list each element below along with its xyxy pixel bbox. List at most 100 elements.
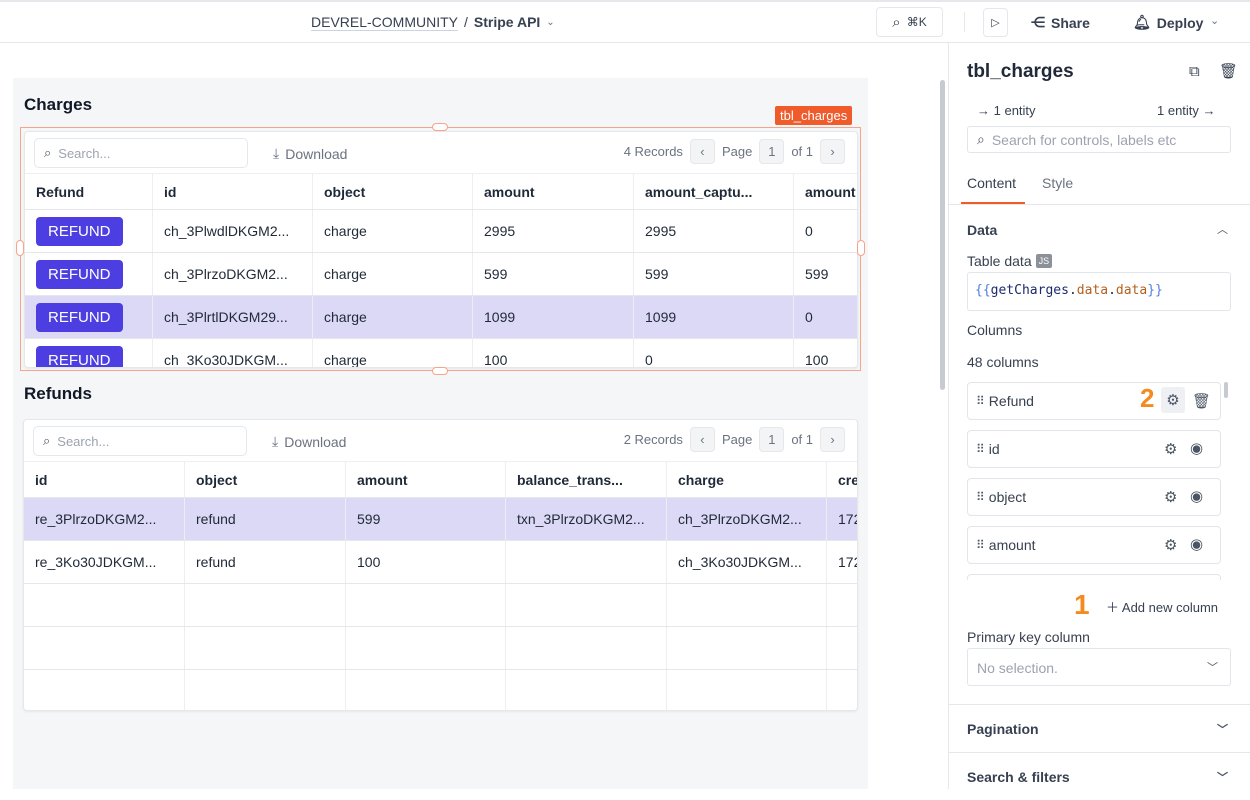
entity-out-label: 1 entity [1157, 103, 1199, 118]
app-name[interactable]: Stripe API [474, 14, 540, 30]
column-name: amount [988, 537, 1036, 553]
table-row[interactable] [24, 627, 857, 670]
outgoing-entities[interactable]: 1 entity → [1157, 103, 1216, 118]
table-cell: ch_3PlrzoDKGM2... [667, 498, 827, 540]
gear-icon[interactable]: ⚙︎ [1164, 488, 1177, 506]
code-object: getCharges [990, 283, 1069, 298]
chevron-down-icon[interactable]: ⌄ [546, 17, 554, 28]
property-search-input[interactable]: ⌕ Search for controls, labels etc [967, 126, 1231, 153]
table-row[interactable]: REFUND ch_3Ko30JDKGM... charge 100 0 100 [25, 339, 857, 367]
drag-handle-icon[interactable]: ⠿ [976, 442, 985, 456]
deploy-button[interactable]: 🔔︎ Deploy [1133, 14, 1203, 31]
share-button[interactable]: ⋲ Share [1031, 14, 1090, 31]
copy-icon[interactable]: ⧉ [1189, 63, 1200, 80]
column-header[interactable]: id [153, 174, 313, 209]
column-header[interactable]: object [313, 174, 473, 209]
refund-button[interactable]: REFUND [36, 259, 123, 289]
page-number-input[interactable]: 1 [759, 427, 785, 452]
refund-button[interactable]: REFUND [36, 302, 123, 332]
prev-page-button[interactable]: ‹ [689, 139, 715, 164]
column-header[interactable]: amount_captu... [634, 174, 794, 209]
download-button[interactable]: ⤓ Download [273, 145, 347, 162]
primary-key-placeholder: No selection. [977, 660, 1058, 676]
eye-icon[interactable]: ◉ [1190, 439, 1203, 457]
incoming-entities[interactable]: → 1 entity [977, 103, 1036, 118]
eye-icon[interactable]: ◉ [1190, 535, 1203, 553]
column-header[interactable]: object [185, 462, 346, 497]
column-item-refund[interactable]: ⠿ Refund 2 ⚙︎ 🗑︎ [967, 382, 1221, 420]
table-cell: charge [313, 210, 473, 252]
bell-icon: 🔔︎ [1133, 14, 1151, 30]
table-cell [185, 584, 346, 626]
command-search-button[interactable]: ⌕ ⌘K [876, 7, 943, 37]
deploy-chevron-icon[interactable]: ⌄ [1210, 14, 1219, 27]
widget-name-tag[interactable]: tbl_charges [775, 106, 853, 125]
column-name: id [988, 441, 1000, 457]
add-new-column-button[interactable]: ＋ Add new column [1106, 597, 1218, 616]
search-placeholder: Search... [57, 433, 110, 449]
page-number-input[interactable]: 1 [759, 139, 785, 164]
refunds-table: ⌕ Search... ⤓ Download 2 Records ‹ Page 1 of 1 › i… [23, 419, 858, 711]
column-header[interactable]: amount [346, 462, 506, 497]
eye-icon[interactable]: ◉ [1190, 487, 1203, 505]
table-row[interactable] [24, 584, 857, 627]
column-header[interactable]: amount [473, 174, 634, 209]
gear-icon[interactable]: ⚙︎ [1164, 536, 1177, 554]
prev-page-button[interactable]: ‹ [689, 427, 715, 452]
preview-button[interactable]: ▷ [983, 8, 1008, 37]
refund-button[interactable]: REFUND [36, 216, 123, 246]
chevron-up-icon[interactable]: ︿ [1217, 221, 1228, 237]
code-dot: . [1068, 283, 1077, 298]
column-header[interactable]: Refund [25, 174, 153, 209]
canvas-scrollbar[interactable] [940, 80, 945, 390]
trash-icon[interactable]: 🗑︎ [1192, 392, 1211, 410]
column-header[interactable]: charge [667, 462, 827, 497]
next-page-button[interactable]: › [820, 427, 845, 452]
primary-key-select[interactable]: No selection. ﹀ [967, 648, 1231, 686]
drag-handle-icon[interactable]: ⠿ [976, 538, 985, 552]
table-row[interactable]: REFUND ch_3PlwdlDKGM2... charge 2995 2995 0 [25, 210, 857, 253]
column-item-id[interactable]: ⠿ id ⚙︎ ◉ [967, 430, 1221, 468]
table-cell [827, 627, 857, 669]
gear-icon[interactable]: ⚙︎ [1161, 387, 1185, 413]
search-icon: ⌕ [892, 13, 901, 31]
table-cell: 599 [346, 498, 506, 540]
table-row[interactable] [24, 670, 857, 710]
column-header[interactable]: id [24, 462, 185, 497]
drag-handle-icon[interactable]: ⠿ [976, 394, 985, 408]
widget-name[interactable]: tbl_charges [967, 61, 1074, 83]
gear-icon[interactable]: ⚙︎ [1164, 440, 1177, 458]
table-search-input[interactable]: ⌕ Search... [33, 426, 247, 456]
column-item-object[interactable]: ⠿ object ⚙︎ ◉ [967, 478, 1221, 516]
next-page-button[interactable]: › [820, 139, 845, 164]
table-row[interactable]: re_3Ko30JDKGM... refund 100 ch_3Ko30JDKGM..… [24, 541, 857, 584]
data-section-title[interactable]: Data [967, 222, 997, 238]
charges-table: ⌕ Search... ⤓ Download 4 Records ‹ Page 1 of 1 › R… [24, 131, 858, 368]
table-row[interactable]: REFUND ch_3PlrtlDKGM29... charge 1099 1099 0 [25, 296, 857, 339]
pagination-section[interactable]: Pagination ﹀ [949, 704, 1250, 752]
trash-icon[interactable]: 🗑︎ [1219, 62, 1238, 80]
column-item-amount[interactable]: ⠿ amount ⚙︎ ◉ [967, 526, 1221, 564]
table-row[interactable]: re_3PlrzoDKGM2... refund 599 txn_3PlrzoDKGM… [24, 498, 857, 541]
table-cell [346, 627, 506, 669]
table-row[interactable]: REFUND ch_3PlrzoDKGM2... charge 599 599 599 [25, 253, 857, 296]
refund-button[interactable]: REFUND [36, 345, 123, 367]
search-filters-section[interactable]: Search & filters ﹀ [949, 752, 1250, 800]
download-button[interactable]: ⤓ Download [272, 433, 346, 450]
table-search-input[interactable]: ⌕ Search... [34, 138, 248, 168]
column-header[interactable]: cre [827, 462, 857, 497]
column-list-scrollbar[interactable] [1224, 382, 1228, 398]
annotation-2: 2 [1140, 383, 1155, 413]
drag-handle-icon[interactable]: ⠿ [976, 490, 985, 504]
table-cell: ch_3PlrtlDKGM29... [153, 296, 313, 338]
column-item-partial[interactable] [967, 574, 1221, 580]
workspace-link[interactable]: DEVREL-COMMUNITY [311, 14, 458, 30]
js-toggle[interactable]: JS [1035, 254, 1053, 268]
column-header[interactable]: balance_trans... [506, 462, 667, 497]
column-header[interactable]: amount [794, 174, 857, 209]
table-cell [667, 627, 827, 669]
tab-content[interactable]: Content [967, 175, 1016, 191]
tab-style[interactable]: Style [1042, 175, 1073, 191]
code-brace: }} [1147, 283, 1163, 298]
table-data-input[interactable]: {{getCharges.data.data}} [967, 272, 1231, 311]
